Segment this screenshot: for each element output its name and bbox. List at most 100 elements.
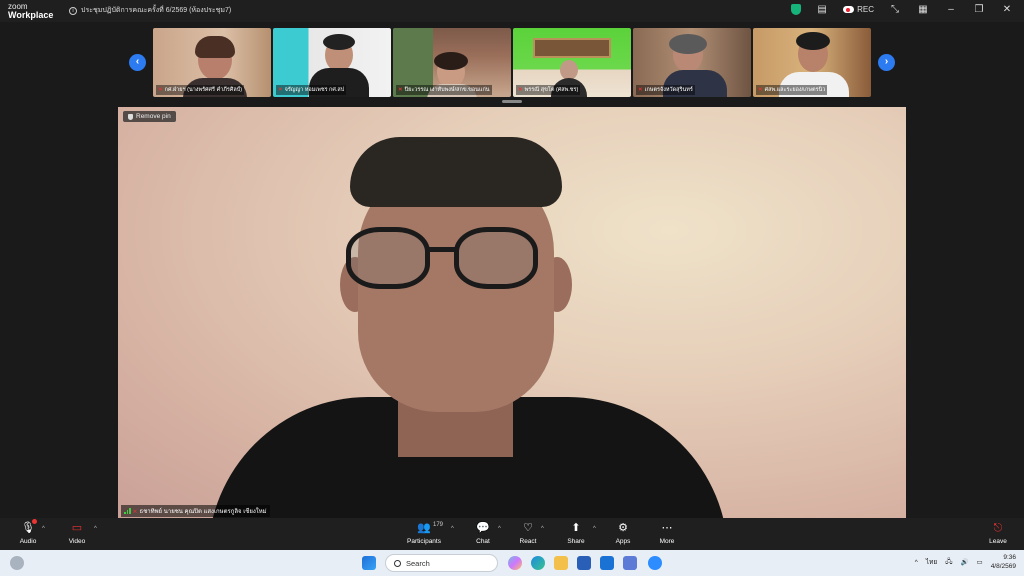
remove-pin-button[interactable]: Remove pin [123,111,176,122]
pinned-video[interactable]: Remove pin ⨯ ธชาทิพย์ นายชน คุณปิต แสงเก… [118,107,906,518]
share-caret-icon[interactable]: ^ [593,526,596,532]
chat-button[interactable]: 💬 Chat [463,521,503,545]
muted-mic-icon: ⨯ [158,87,163,93]
apps-button[interactable]: ⚙ Apps [603,521,643,545]
mic-muted-icon: 🎙 [21,519,37,535]
glasses-lens-left [346,227,430,289]
participants-icon: 👥 [417,522,431,534]
weather-icon[interactable] [10,556,24,570]
info-icon[interactable]: i [69,6,77,15]
copilot-icon[interactable] [508,556,522,570]
search-placeholder: Search [406,558,430,568]
participant-tile[interactable]: ⨯ พรรณี สุขโต (ศสพ.ชร) [513,28,631,97]
audio-button[interactable]: 🎙 Audio [8,519,48,545]
clock-date: 4/8/2569 [990,563,1016,570]
meeting-title: ประชุมปฏิบัติการคณะครั้งที่ 6/2569 (ห้อง… [81,7,232,14]
speaker-name-tag: ⨯ ธชาทิพย์ นายชน คุณปิต แสงเกษตรกูลิจ เช… [121,505,270,517]
view-icon[interactable]: ▦ [916,4,930,15]
zoom-taskbar-icon[interactable] [648,556,662,570]
file-explorer-icon[interactable] [554,556,568,570]
prev-page-button[interactable]: ‹ [129,54,146,71]
share-button[interactable]: ⬆ Share [556,521,596,545]
search-icon [394,559,401,567]
encryption-shield-icon[interactable] [791,4,802,15]
speaker-name: ธชาทิพย์ นายชน คุณปิต แสงเกษตรกูลิจ เชีย… [139,509,267,515]
meeting-toolbar: 🎙 Audio ^ ▭ Video ^ 👥 Participants 179 ^… [0,518,1024,550]
participant-tile[interactable]: ⨯ เกษตรจังหวัดสุรินทร์ [633,28,751,97]
outlook-icon[interactable] [600,556,614,570]
taskbar-search[interactable]: Search [385,554,498,572]
chat-caret-icon[interactable]: ^ [498,526,501,532]
title-bar: zoom Workplace i ประชุมปฏิบัติการคณะครั้… [0,0,1024,22]
title-controls: ▤ REC ⤡ ▦ – ❐ ✕ [791,4,1014,15]
wall-sign [533,38,611,58]
muted-mic-icon: ⨯ [758,87,763,93]
strip-resize-handle[interactable] [502,100,522,103]
heart-icon: ♡ [523,522,533,534]
muted-mic-icon: ⨯ [278,87,283,93]
rec-label: REC [857,5,874,14]
os-taskbar: Search ^ ไทย 🖧 🔊 ▭ 9:36 4/8/2569 [0,550,1024,576]
signal-strength-icon [124,508,131,514]
muted-mic-icon: ⨯ [638,87,643,93]
share-label: Share [567,538,585,545]
volume-icon[interactable]: 🔊 [960,558,968,566]
input-language[interactable]: ไทย [926,557,937,567]
more-button[interactable]: ⋯ More [647,521,687,545]
participant-hair [796,32,830,50]
participant-name: ⨯ เกษตรจังหวัดสุรินทร์ [636,85,695,95]
participant-hair [195,36,235,58]
video-label: Video [68,538,86,545]
participant-name: ⨯ พรรณี สุขโต (ศสพ.ชร) [516,85,581,95]
collapse-icon[interactable]: ⤡ [888,4,902,15]
participant-name: ⨯ ปิยะวรรณ เงาทับพงษ์/สกข.ขอนแก่น [396,85,492,95]
store-icon[interactable] [577,556,591,570]
react-button[interactable]: ♡ React [508,521,548,545]
participants-label: Participants [407,538,441,545]
leave-button[interactable]: ⎋ Leave [978,521,1018,545]
next-page-button[interactable]: › [878,54,895,71]
more-label: More [659,538,675,545]
video-button[interactable]: ▭ Video [57,521,97,545]
chat-label: Chat [476,538,490,545]
zoom-logo: zoom Workplace [8,2,53,20]
minimize-button[interactable]: – [944,4,958,15]
battery-icon[interactable]: ▭ [977,558,983,566]
muted-mic-icon: ⨯ [132,508,138,515]
meeting-info[interactable]: i ประชุมปฏิบัติการคณะครั้งที่ 6/2569 (ห้… [69,5,231,16]
video-options-caret-icon[interactable]: ^ [94,526,97,532]
audio-label: Audio [19,538,37,545]
muted-mic-icon: ⨯ [518,87,523,93]
recording-indicator[interactable]: REC [843,5,874,14]
pin-icon [128,113,133,120]
notes-icon[interactable]: ▤ [815,4,829,15]
logo-line2: Workplace [8,10,54,20]
clock-time: 9:36 [1003,554,1016,561]
participant-strip: ⨯ กศ.ฝ่ายฯ (นางพรัศศรี คำภีรศิลป์) ⨯ จรัญญ… [153,28,871,97]
react-label: React [519,538,537,545]
participant-tile[interactable]: ⨯ กศ.ฝ่ายฯ (นางพรัศศรี คำภีรศิลป์) [153,28,271,97]
clock[interactable]: 9:36 4/8/2569 [991,553,1016,571]
participant-hair [434,52,468,70]
muted-mic-icon: ⨯ [398,87,403,93]
apps-label: Apps [615,538,631,545]
tray-overflow-icon[interactable]: ^ [915,559,918,566]
participant-tile[interactable]: ⨯ ศสพ.และระยอง/เกษตรนิว [753,28,871,97]
glasses-lens-right [454,227,538,289]
network-icon[interactable]: 🖧 [945,557,952,568]
participant-name: ⨯ ศสพ.และระยอง/เกษตรนิว [756,85,828,95]
react-caret-icon[interactable]: ^ [541,526,544,532]
audio-options-caret-icon[interactable]: ^ [42,526,45,532]
teams-icon[interactable] [623,556,637,570]
remove-pin-label: Remove pin [136,113,171,120]
participant-tile[interactable]: ⨯ ปิยะวรรณ เงาทับพงษ์/สกข.ขอนแก่น [393,28,511,97]
leave-label: Leave [989,538,1007,545]
close-button[interactable]: ✕ [1000,4,1014,15]
edge-browser-icon[interactable] [531,556,545,570]
participant-hair [669,34,707,54]
more-icon: ⋯ [661,522,673,534]
windows-start-icon[interactable] [362,556,376,570]
restore-button[interactable]: ❐ [972,4,986,15]
participants-caret-icon[interactable]: ^ [451,526,454,532]
participant-tile[interactable]: ⨯ จรัญญา หอมเพชร กศ.สป [273,28,391,97]
